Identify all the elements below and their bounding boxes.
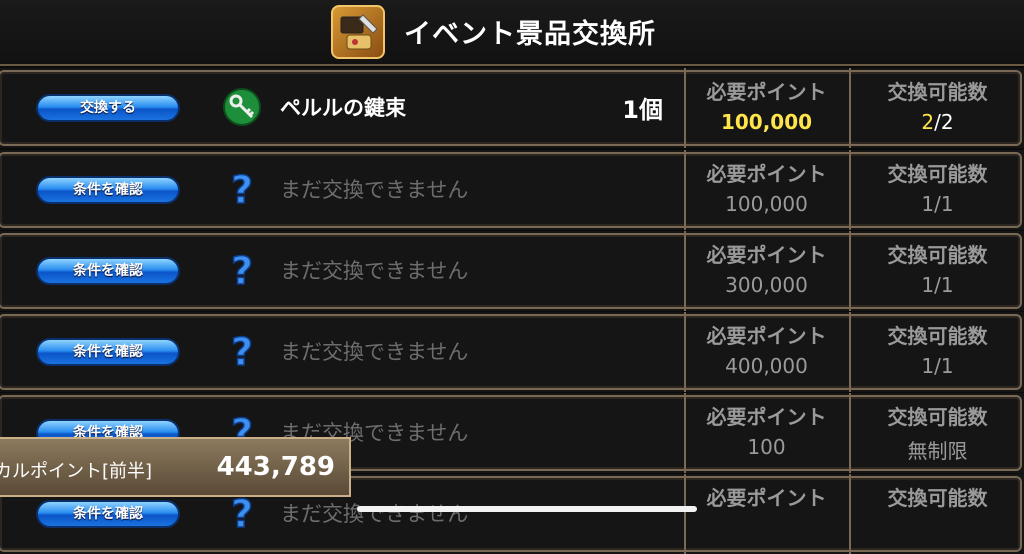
question-icon: ? [230, 331, 254, 371]
svg-text:?: ? [231, 250, 253, 290]
check-conditions-button[interactable]: 条件を確認 [36, 257, 180, 285]
list-item: 条件を確認 ? まだ交換できません 必要ポイント 100,000 交換可能数 1… [0, 150, 1024, 230]
required-points-value: 100,000 [725, 192, 808, 216]
required-points-cell: 必要ポイント 300,000 [684, 231, 847, 311]
required-points-cell: 必要ポイント [684, 474, 847, 554]
exchange-count-label: 交換可能数 [887, 80, 988, 104]
required-points-value: 100 [747, 435, 786, 459]
list-item: 条件を確認 ? まだ交換できません 必要ポイント 400,000 交換可能数 1… [0, 312, 1024, 392]
exchange-count-cell: 交換可能数 2/2 [849, 68, 1024, 148]
exchange-count-cell: 交換可能数 無制限 [849, 393, 1024, 473]
required-points-cell: 必要ポイント 100,000 [684, 68, 847, 148]
required-points-value: 100,000 [720, 110, 813, 134]
event-shop-icon [331, 5, 385, 59]
svg-text:?: ? [231, 493, 253, 533]
points-balance-panel: カルポイント[前半] 443,789 [0, 437, 351, 497]
key-bundle-icon [223, 88, 261, 126]
question-icon: ? [230, 493, 254, 533]
exchange-count-value: 1/1 [921, 354, 954, 378]
item-name: まだ交換できません [280, 502, 469, 526]
exchange-count-label: 交換可能数 [887, 324, 988, 348]
question-icon: ? [230, 250, 254, 290]
exchange-count-total: /2 [934, 110, 954, 134]
home-indicator[interactable] [357, 506, 697, 512]
list-item: 条件を確認 ? まだ交換できません 必要ポイント 300,000 交換可能数 1… [0, 231, 1024, 311]
svg-text:?: ? [231, 331, 253, 371]
page-title: イベント景品交換所 [404, 19, 656, 50]
svg-text:?: ? [231, 169, 253, 209]
required-points-value: 400,000 [725, 354, 808, 378]
exchange-count-label: 交換可能数 [887, 405, 988, 429]
required-points-label: 必要ポイント [706, 324, 827, 348]
required-points-cell: 必要ポイント 100 [684, 393, 847, 473]
question-icon: ? [230, 169, 254, 209]
exchange-count-value: 無制限 [907, 439, 968, 463]
exchange-count-label: 交換可能数 [887, 243, 988, 267]
exchange-count-label: 交換可能数 [887, 486, 988, 510]
item-quantity: 1個 [622, 96, 663, 124]
exchange-button[interactable]: 交換する [36, 94, 180, 122]
item-name: まだ交換できません [280, 259, 469, 283]
check-conditions-button[interactable]: 条件を確認 [36, 500, 180, 528]
required-points-label: 必要ポイント [706, 405, 827, 429]
exchange-count-remaining: 2 [921, 110, 935, 134]
required-points-label: 必要ポイント [706, 243, 827, 267]
item-name: まだ交換できません [280, 178, 469, 202]
exchange-count-value: 1/1 [921, 273, 954, 297]
required-points-value: 300,000 [725, 273, 808, 297]
required-points-cell: 必要ポイント 100,000 [684, 150, 847, 230]
list-item: 交換する ペルルの鍵束 1個 必要ポイント 100,000 交換可能数 2/2 [0, 68, 1024, 148]
exchange-count-cell: 交換可能数 [849, 474, 1024, 554]
required-points-label: 必要ポイント [706, 80, 827, 104]
item-name: まだ交換できません [280, 340, 469, 364]
check-conditions-button[interactable]: 条件を確認 [36, 338, 180, 366]
points-balance-label: カルポイント[前半] [0, 461, 153, 482]
exchange-count-cell: 交換可能数 1/1 [849, 312, 1024, 392]
exchange-count-cell: 交換可能数 1/1 [849, 150, 1024, 230]
exchange-count-label: 交換可能数 [887, 162, 988, 186]
points-balance-value: 443,789 [216, 452, 335, 482]
exchange-count-cell: 交換可能数 1/1 [849, 231, 1024, 311]
required-points-label: 必要ポイント [706, 162, 827, 186]
exchange-count-value: 1/1 [921, 192, 954, 216]
required-points-cell: 必要ポイント 400,000 [684, 312, 847, 392]
check-conditions-button[interactable]: 条件を確認 [36, 176, 180, 204]
header-bar: イベント景品交換所 [0, 0, 1024, 66]
required-points-label: 必要ポイント [706, 486, 827, 510]
exchange-count-value: 2/2 [851, 110, 1024, 134]
item-name: ペルルの鍵束 [280, 96, 406, 120]
